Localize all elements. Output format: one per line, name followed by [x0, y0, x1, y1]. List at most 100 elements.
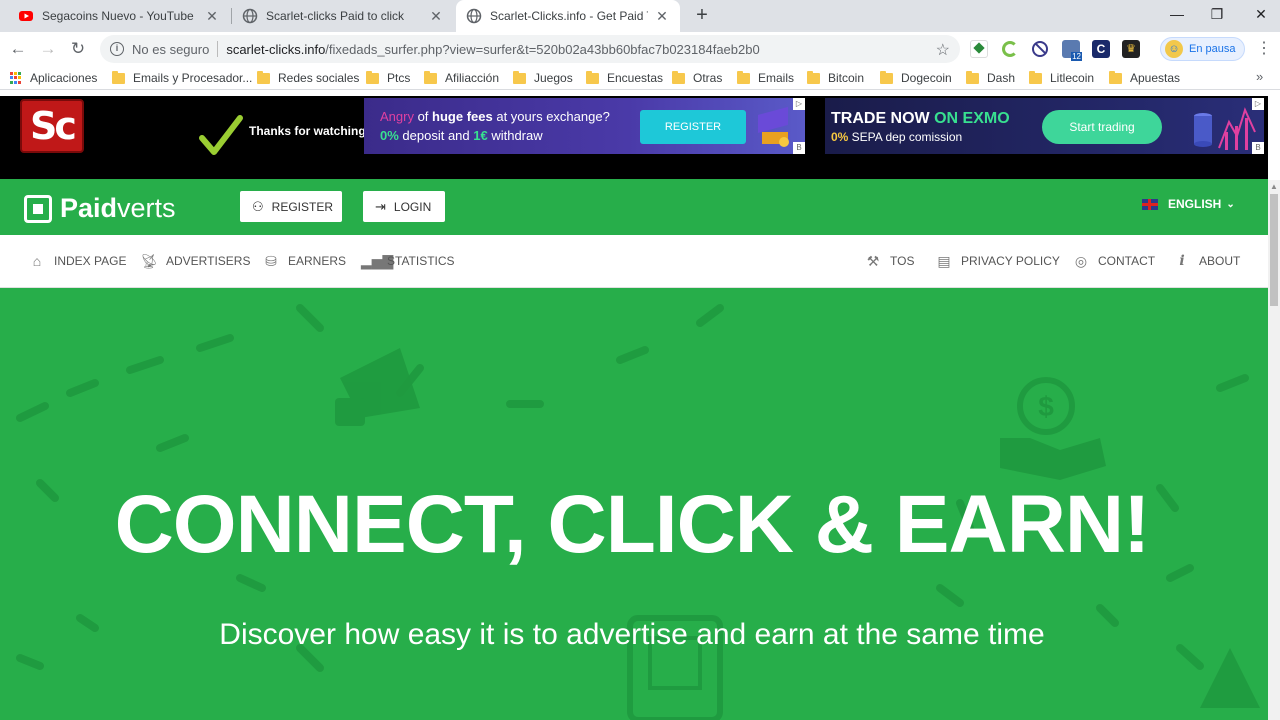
folder-icon — [257, 70, 270, 84]
hero-title: CONNECT, CLICK & EARN! — [114, 479, 1151, 570]
apps-grid-icon — [10, 72, 22, 84]
ad-choices-icon[interactable]: ▷ — [793, 98, 805, 110]
ad-start-trading-button[interactable]: Start trading — [1042, 110, 1162, 144]
bookmark-label: Dash — [987, 71, 1016, 85]
page-viewport: Sc Thanks for watching! Angry of huge fe… — [0, 96, 1268, 720]
scarlet-clicks-logo[interactable]: Sc — [20, 99, 84, 153]
tab-scarlet-clicks-info[interactable]: Scarlet-Clicks.info - Get Paid To Click … — [456, 0, 680, 32]
bookmark-label: Ptcs — [387, 71, 411, 85]
folder-icon — [966, 70, 979, 84]
ad-banner-exmo[interactable]: TRADE NOW ON EXMO 0% SEPA dep comission … — [825, 98, 1264, 154]
extension-crown-icon[interactable]: ♛ — [1122, 40, 1140, 58]
login-button[interactable]: ⇥ LOGIN — [363, 191, 445, 222]
tab-youtube[interactable]: Segacoins Nuevo - YouTube ✕ — [8, 0, 230, 32]
folder-icon — [366, 70, 379, 84]
scroll-up-icon[interactable]: ▲ — [1270, 182, 1278, 191]
folder-icon — [112, 70, 125, 84]
login-label: LOGIN — [393, 199, 432, 214]
bookmark-folder[interactable]: Apuestas — [1109, 70, 1180, 86]
bookmark-folder[interactable]: Afiliacción — [424, 70, 499, 86]
nav-earners[interactable]: ⛁ EARNERS — [262, 252, 346, 270]
register-button[interactable]: ⚇ REGISTER — [240, 191, 342, 222]
bookmark-folder[interactable]: Bitcoin — [807, 70, 864, 86]
nav-tos[interactable]: ⚒ TOS — [864, 252, 915, 270]
site-nav: ⌂ INDEX PAGE 📡︎ ADVERTISERS ⛁ EARNERS ▂▅… — [0, 235, 1268, 288]
bookmark-folder[interactable]: Redes sociales — [257, 70, 359, 86]
bookmark-folder[interactable]: Dogecoin — [880, 70, 952, 86]
tab-strip: Segacoins Nuevo - YouTube ✕ Scarlet-clic… — [0, 0, 1280, 32]
nav-label: CONTACT — [1098, 254, 1156, 268]
tab-scarlet-clicks[interactable]: Scarlet-clicks Paid to click ✕ — [232, 0, 454, 32]
surf-bar: Sc Thanks for watching! Angry of huge fe… — [0, 96, 1268, 179]
close-window-button[interactable]: ✕ — [1238, 0, 1280, 30]
bookmark-folder[interactable]: Dash — [966, 70, 1015, 86]
address-bar[interactable]: i No es seguro scarlet-clicks.info/fixed… — [100, 35, 960, 63]
bookmark-folder[interactable]: Encuestas — [586, 70, 663, 86]
menu-icon[interactable]: ⋮ — [1256, 38, 1272, 58]
bookmark-folder[interactable]: Litlecoin — [1029, 70, 1094, 86]
bookmark-folder[interactable]: Emails — [737, 70, 794, 86]
language-label: ENGLISH — [1168, 197, 1222, 211]
extension-download-icon[interactable] — [970, 40, 988, 58]
uk-flag-icon — [1142, 198, 1158, 210]
url-domain: scarlet-clicks.info — [226, 41, 326, 57]
page-scrollbar[interactable]: ▲ — [1268, 180, 1280, 720]
bookmark-folder[interactable]: Ptcs — [366, 70, 410, 86]
new-tab-button[interactable]: + — [690, 4, 714, 28]
extension-block-icon[interactable] — [1032, 41, 1048, 57]
scrollbar-thumb[interactable] — [1270, 194, 1278, 306]
language-selector[interactable]: ENGLISH ⌄ — [1142, 197, 1235, 211]
extension-c-icon[interactable]: C — [1092, 40, 1110, 58]
paidverts-logo[interactable]: Paid verts — [24, 193, 176, 224]
bookmark-label: Apuestas — [1130, 71, 1181, 85]
close-tab-icon[interactable]: ✕ — [654, 8, 670, 24]
ad-line-1: TRADE NOW ON EXMO — [831, 110, 1010, 127]
bookmark-label: Emails — [758, 71, 795, 85]
bar-chart-icon: ▂▅▇ — [361, 253, 394, 269]
nav-privacy-policy[interactable]: ▤ PRIVACY POLICY — [935, 252, 1060, 270]
globe-icon — [242, 8, 258, 24]
forward-button[interactable]: → — [36, 37, 60, 61]
nav-about[interactable]: i ABOUT — [1173, 252, 1240, 270]
extension-refresh-icon[interactable] — [1002, 41, 1018, 57]
nav-label: ABOUT — [1199, 254, 1241, 268]
extension-calendar-icon[interactable]: 12 — [1062, 40, 1082, 61]
ad-choices-icon[interactable]: ▷ — [1252, 98, 1264, 110]
info-icon: i — [1179, 253, 1185, 269]
nav-statistics[interactable]: ▂▅▇ STATISTICS — [361, 252, 455, 270]
close-tab-icon[interactable]: ✕ — [428, 8, 444, 24]
nav-index-page[interactable]: ⌂ INDEX PAGE — [28, 252, 127, 270]
info-icon[interactable]: i — [110, 42, 124, 56]
bookmark-apps[interactable]: Aplicaciones — [10, 70, 97, 86]
more-bookmarks-icon[interactable]: » — [1256, 69, 1263, 84]
avatar: ☺ — [1165, 40, 1183, 58]
logo-text-thin: verts — [117, 193, 176, 223]
restore-button[interactable]: ❐ — [1194, 0, 1240, 30]
ad-line-2: 0% SEPA dep comission — [831, 130, 963, 144]
ad-banner-exchange[interactable]: Angry of huge fees at yours exchange? 0%… — [364, 98, 805, 154]
profile-button[interactable]: ☺ En pausa — [1160, 37, 1245, 61]
bookmark-label: Otras — [693, 71, 723, 85]
reload-button[interactable]: ↻ — [66, 37, 90, 61]
nav-advertisers[interactable]: 📡︎ ADVERTISERS — [140, 252, 250, 270]
nav-contact[interactable]: ◎ CONTACT — [1072, 252, 1155, 270]
ad-register-button[interactable]: REGISTER — [640, 110, 746, 144]
ad-badge-icon: B — [1252, 142, 1264, 154]
bookmark-folder[interactable]: Otras — [672, 70, 722, 86]
url-path: /fixedads_surfer.php?view=surfer&t=520b0… — [325, 41, 760, 57]
bookmark-folder[interactable]: Emails y Procesador... — [112, 70, 252, 86]
folder-icon — [737, 70, 750, 84]
bookmark-star-icon[interactable]: ☆ — [936, 40, 950, 60]
bookmark-label: Encuestas — [607, 71, 664, 85]
globe-icon — [466, 8, 482, 24]
close-tab-icon[interactable]: ✕ — [204, 8, 220, 24]
back-button[interactable]: ← — [6, 37, 30, 61]
ad-line-2: 0% deposit and 1€ withdraw — [380, 128, 543, 143]
lifebuoy-icon: ◎ — [1074, 253, 1088, 269]
bookmark-label: Dogecoin — [901, 71, 952, 85]
bookmark-folder[interactable]: Juegos — [513, 70, 573, 86]
bookmark-label: Bitcoin — [828, 71, 865, 85]
hero-subtitle: Discover how easy it is to advertise and… — [219, 618, 1045, 651]
nav-label: TOS — [890, 254, 915, 268]
folder-icon — [880, 70, 893, 84]
